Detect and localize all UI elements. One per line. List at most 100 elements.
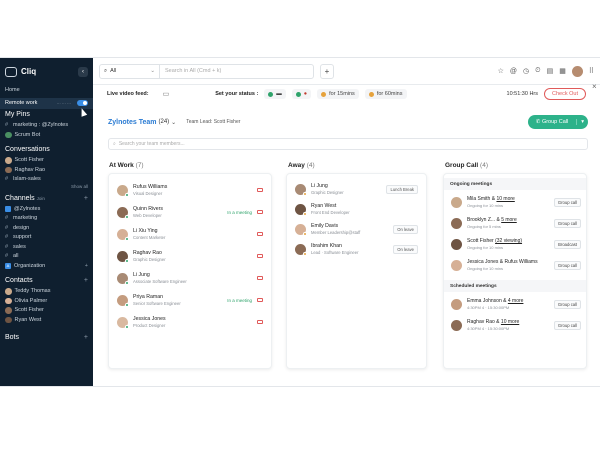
history-icon[interactable]: ◷ [523, 67, 529, 75]
participants-link[interactable]: 10 more [496, 196, 514, 202]
mention-icon[interactable]: @ [510, 68, 517, 75]
member-row[interactable]: Ryan West Front End Developer [295, 200, 418, 218]
away-status-icon [303, 251, 307, 256]
join-group-call-button[interactable]: Group call [553, 197, 581, 207]
sidebar-item-remote-work[interactable]: Remote work ⋯ ⋯ ⋯ [0, 97, 93, 109]
global-search[interactable]: ⌕ All ⌄ Search in All (Cmd + k) [99, 63, 314, 79]
video-call-icon[interactable] [257, 320, 263, 324]
join-group-call-button[interactable]: Group call [553, 260, 581, 270]
apps-grid-icon[interactable]: ⠿ [589, 67, 594, 75]
ongoing-meetings-header: Ongoing meetings [444, 178, 586, 190]
contact-item[interactable]: Olivia Palmer [0, 296, 93, 306]
reminder-icon[interactable]: ⏲ [535, 67, 540, 75]
video-call-icon[interactable] [257, 276, 263, 280]
video-call-icon[interactable] [257, 232, 263, 236]
meeting-row[interactable]: Raghav Rao & 10 more 4:30PM 4 · 15:30:00P… [451, 316, 581, 334]
add-bot-icon[interactable]: + [84, 334, 88, 341]
join-group-call-button[interactable]: Group call [553, 320, 581, 330]
search-input[interactable]: Search in All (Cmd + k) [160, 68, 221, 74]
star-icon[interactable]: ☆ [498, 67, 504, 75]
add-organization-icon[interactable]: + [85, 263, 88, 269]
check-out-button[interactable]: Check Out [544, 88, 586, 100]
scheduled-meetings-header: Scheduled meetings [444, 280, 586, 292]
close-banner-icon[interactable]: × [592, 82, 597, 91]
group-call-button[interactable]: ✆ Group Call ▾ [527, 115, 588, 129]
member-row[interactable]: Li Xiu Ying Content Marketer [117, 225, 263, 243]
join-channel-link[interactable]: Join [37, 196, 45, 201]
channel-org-item[interactable]: @Zylnotes [0, 204, 93, 214]
hash-icon: # [5, 215, 9, 222]
online-status-icon [125, 324, 129, 329]
channel-item[interactable]: # marketing [0, 214, 93, 224]
member-row[interactable]: Jessica Jones Product Designer [117, 313, 263, 331]
status-working-chip[interactable]: ▬ [264, 89, 286, 99]
contact-item[interactable]: Ryan West [0, 315, 93, 325]
meeting-row[interactable]: Jessica Jones & Rufus Williams Ongoing fo… [451, 256, 581, 274]
sidebar: Cliq ‹ Home Remote work ⋯ ⋯ ⋯ My Pins # m… [0, 58, 93, 386]
group-call-label[interactable]: ✆ Group Call [528, 119, 576, 125]
video-call-icon[interactable] [257, 210, 263, 214]
organization-item[interactable]: A Organization + [0, 261, 93, 271]
files-icon[interactable]: ▤ [547, 67, 554, 75]
member-row[interactable]: Emily Davis Member Leadership@staff On le… [295, 220, 418, 238]
meeting-row[interactable]: Emma Johnson & 4 more 4:30PM 4 · 15:30:00… [451, 295, 581, 313]
video-call-icon[interactable] [257, 298, 263, 302]
member-row[interactable]: Quinn Rivers Web Developer In a meeting [117, 203, 263, 221]
online-status-icon [125, 258, 129, 263]
avatar [117, 206, 129, 219]
add-contact-icon[interactable]: + [84, 277, 88, 284]
video-camera-icon[interactable]: ▭ [163, 90, 170, 98]
member-row[interactable]: Li Jung Associate Software Engineer [117, 269, 263, 287]
collapse-sidebar-icon[interactable]: ‹ [78, 66, 88, 77]
viewers-link[interactable]: (32 viewing) [495, 238, 522, 244]
video-call-icon[interactable] [257, 254, 263, 258]
add-channel-icon[interactable]: + [84, 195, 88, 202]
meeting-row[interactable]: Scott Fisher (32 viewing) Ongoing for 10 … [451, 235, 581, 253]
video-call-icon[interactable] [257, 188, 263, 192]
show-all-link[interactable]: Show all [0, 184, 93, 192]
contact-item[interactable]: Teddy Thomas [0, 287, 93, 297]
member-search-input[interactable]: Search your team members... [119, 141, 185, 147]
status-dot-icon [295, 91, 301, 97]
join-broadcast-button[interactable]: Broadcast [554, 239, 581, 249]
channel-item[interactable]: # support [0, 233, 93, 243]
conversation-item[interactable]: # Islam-sales [0, 175, 93, 185]
participants-link[interactable]: 5 more [501, 217, 517, 223]
join-group-call-button[interactable]: Group call [553, 218, 581, 228]
user-avatar[interactable] [571, 65, 583, 77]
group-call-dropdown-icon[interactable]: ▾ [576, 119, 588, 125]
member-row[interactable]: Raghav Rao Graphic Designer [117, 247, 263, 265]
sidebar-pin-item[interactable]: # marketing : @Zylnotes [0, 121, 93, 131]
contact-item[interactable]: Scott Fisher [0, 306, 93, 316]
meeting-row[interactable]: Mila Smith & 10 more Ongoing for 10 mins … [451, 193, 581, 211]
status-60min-chip[interactable]: for 60mins [364, 89, 407, 99]
remote-work-toggle[interactable] [77, 100, 88, 106]
participants-link[interactable]: 4 more [508, 298, 524, 304]
chevron-down-icon[interactable]: ⌄ [171, 119, 176, 126]
team-name-select[interactable]: Zylnotes Team [108, 119, 157, 126]
conversation-item[interactable]: Scott Fisher [0, 156, 93, 166]
search-scope-select[interactable]: ⌕ All ⌄ [100, 64, 160, 78]
sidebar-item-home[interactable]: Home [0, 85, 93, 95]
member-row[interactable]: Ibrahim Khan Lead · Software Engineer On … [295, 240, 418, 258]
away-reason-badge: On leave [393, 244, 418, 254]
join-group-call-button[interactable]: Group call [553, 299, 581, 309]
conversation-item[interactable]: Raghav Rao [0, 165, 93, 175]
status-meeting-chip[interactable]: ● [291, 89, 312, 99]
member-row[interactable]: Rufus Williams Visual Designer [117, 181, 263, 199]
channel-item[interactable]: # sales [0, 242, 93, 252]
channel-item[interactable]: # all [0, 252, 93, 262]
new-item-button[interactable]: + [320, 63, 334, 79]
channel-item[interactable]: # design [0, 223, 93, 233]
team-member-search[interactable]: ⌕ Search your team members... [108, 138, 588, 150]
member-row[interactable]: Priya Raman Senior Software Engineer In a… [117, 291, 263, 309]
in-meeting-badge: In a meeting [227, 209, 252, 215]
sidebar-pin-item[interactable]: Scrum Bot [0, 130, 93, 140]
status-15min-chip[interactable]: for 15mins [317, 89, 359, 99]
avatar [451, 259, 462, 271]
member-row[interactable]: Li Jung Graphic Designer Lunch Break [295, 180, 418, 198]
calendar-icon[interactable]: ▦ [559, 67, 566, 75]
participants-link[interactable]: 10 more [501, 319, 519, 325]
hash-icon: # [5, 243, 9, 250]
meeting-row[interactable]: Brooklyn Z... & 5 more Ongoing for 5 mins… [451, 214, 581, 232]
